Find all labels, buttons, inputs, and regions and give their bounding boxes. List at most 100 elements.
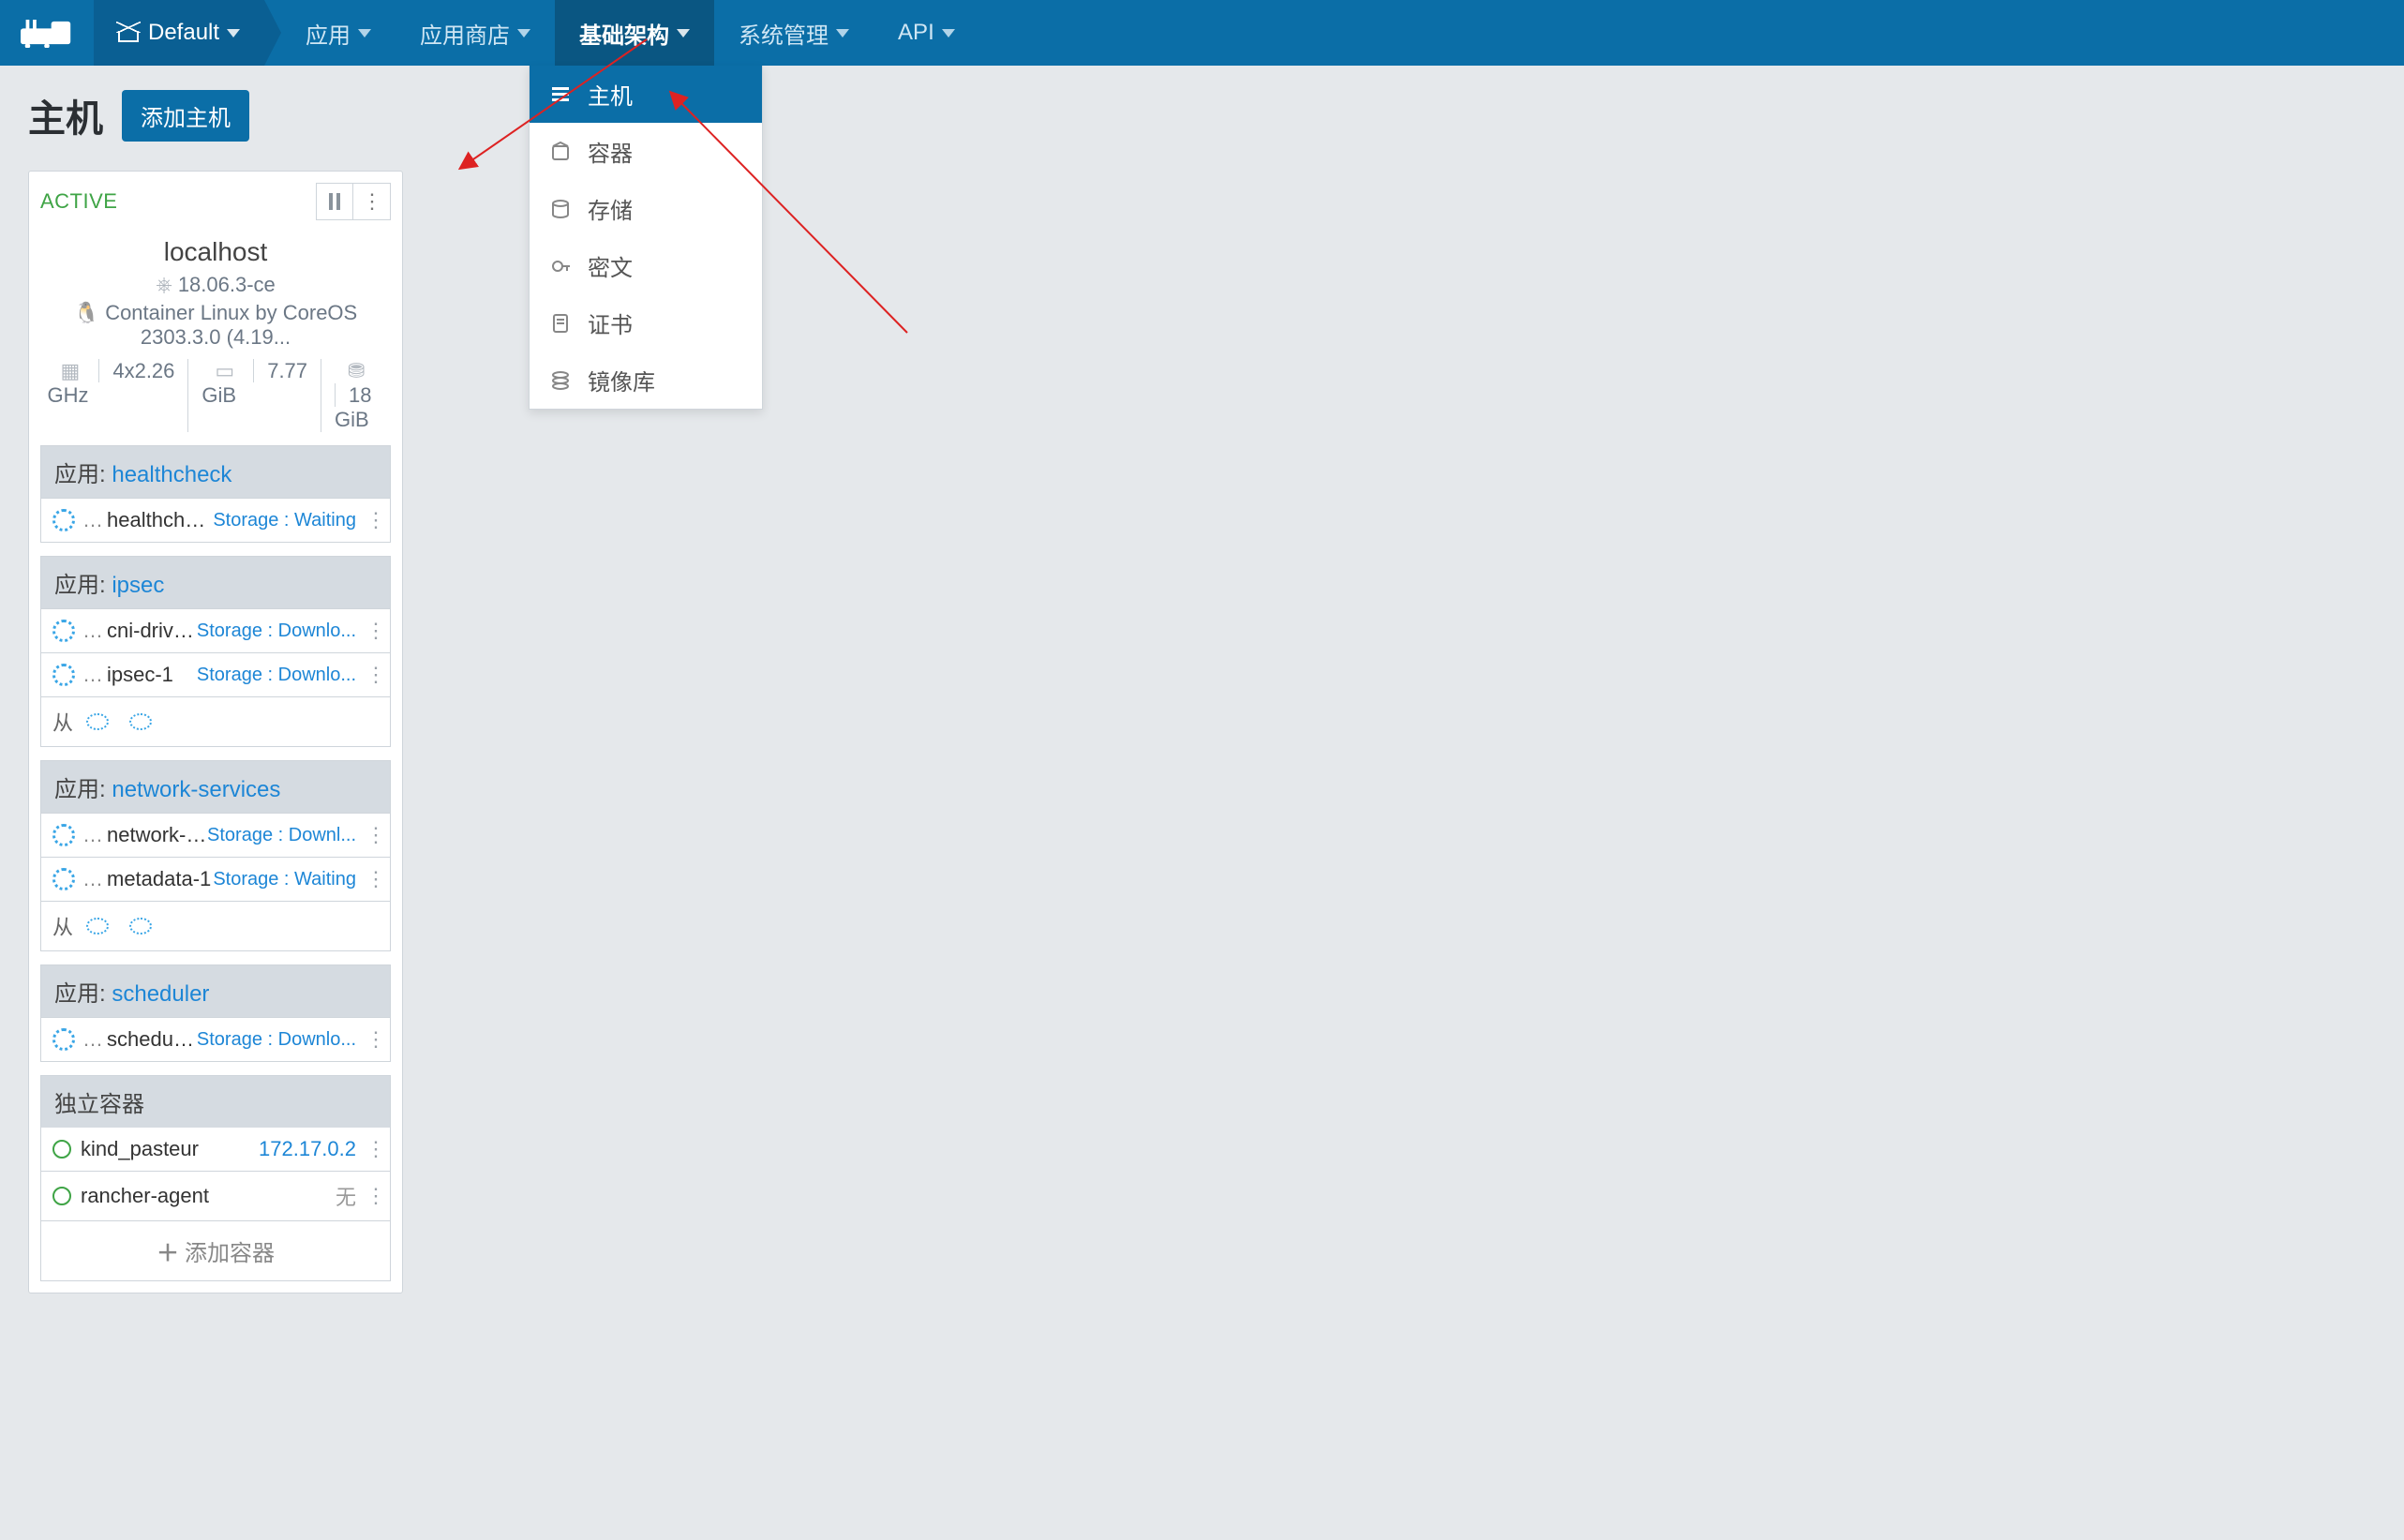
stack-header: 应用: network-services [41,761,390,813]
service-row: …cni-driver-1Storage : Downlo...⋮ [41,608,390,652]
registries-icon [548,369,573,392]
service-name[interactable]: metadata-1 [107,867,213,891]
service-row: …ipsec-1Storage : Downlo...⋮ [41,652,390,696]
environment-selector[interactable]: Default [94,0,264,66]
status-ring-icon [52,1187,71,1205]
service-menu-button[interactable]: ⋮ [366,508,384,532]
stack-scheduler: 应用: scheduler…scheduler-1Storage : Downl… [40,964,391,1062]
container-ip[interactable]: 172.17.0.2 [259,1137,356,1161]
service-status: Storage : Downlo... [197,1029,356,1051]
nav-store[interactable]: 应用商店 [396,0,555,66]
dropdown-storage[interactable]: 存储 [530,180,762,237]
container-menu-button[interactable]: ⋮ [366,1184,384,1208]
disk-stat: ⛃18 GiB [321,359,396,432]
host-os: 🐧Container Linux by CoreOS 2303.3.0 (4.1… [40,301,391,350]
service-menu-button[interactable]: ⋮ [366,663,384,687]
service-menu-button[interactable]: ⋮ [366,823,384,847]
plus-icon: ＋ [157,1241,179,1266]
add-host-button[interactable]: 添加主机 [122,90,249,142]
cpu-stat: ▦4x2.26 GHz [35,359,188,432]
chevron-down-icon [227,29,240,37]
dropdown-containers[interactable]: 容器 [530,123,762,180]
container-ip: 无 [336,1181,356,1211]
loading-spinner-icon [86,918,109,934]
disk-icon: ⛃ [335,359,378,382]
dropdown-registries[interactable]: 镜像库 [530,351,762,409]
container-row: rancher-agent无 ⋮ [41,1171,390,1220]
nav-separator [264,0,281,66]
service-name[interactable]: healthcheck-1 [107,508,213,532]
stack-ipsec: 应用: ipsec…cni-driver-1Storage : Downlo..… [40,556,391,747]
container-row: kind_pasteur172.17.0.2 ⋮ [41,1128,390,1171]
container-menu-button[interactable]: ⋮ [366,1137,384,1161]
chevron-down-icon [517,29,530,37]
stack-link[interactable]: network-services [112,777,280,802]
certs-icon [548,312,573,335]
pause-icon [328,193,341,210]
loading-spinner-icon [52,509,75,531]
loading-spinner-icon [52,620,75,642]
dropdown-secrets[interactable]: 密文 [530,237,762,294]
service-menu-button[interactable]: ⋮ [366,619,384,643]
service-row: …scheduler-1Storage : Downlo...⋮ [41,1017,390,1061]
top-navbar: Default 应用应用商店基础架构系统管理API [0,0,2404,66]
docker-icon: ⎈ [156,273,172,296]
chevron-down-icon [942,29,955,37]
stack-header: 应用: healthcheck [41,446,390,498]
home-icon [118,23,139,42]
mem-stat: ▭7.77 GiB [187,359,321,432]
cpu-icon: ▦ [48,359,94,382]
service-name[interactable]: ipsec-1 [107,663,197,687]
stack-header: 应用: ipsec [41,557,390,608]
pause-button[interactable] [316,183,353,220]
container-name[interactable]: rancher-agent [81,1184,336,1208]
storage-icon [548,198,573,220]
logo[interactable] [0,0,94,66]
host-status: ACTIVE [40,189,117,214]
host-actions: ⋮ [316,183,391,220]
memory-icon: ▭ [202,359,247,382]
loading-spinner-icon [52,664,75,686]
loading-spinner-icon [52,1028,75,1051]
status-ring-icon [52,1140,71,1159]
service-row: …healthcheck-1Storage : Waiting⋮ [41,498,390,542]
hosts-icon [548,83,573,106]
host-menu-button[interactable]: ⋮ [353,183,391,220]
stack-link[interactable]: scheduler [112,981,209,1007]
sidekick-row: 从 [41,901,390,950]
loading-spinner-icon [52,824,75,846]
host-card: ACTIVE ⋮ localhost ⎈18.06.3-ce 🐧Containe… [28,171,403,1293]
containers-icon [548,141,573,163]
service-name[interactable]: network-man... [107,823,207,847]
stack-header: 应用: scheduler [41,965,390,1017]
stack-link[interactable]: healthcheck [112,462,231,487]
secrets-icon [548,255,573,277]
host-stats: ▦4x2.26 GHz ▭7.77 GiB ⛃18 GiB [40,359,391,432]
chevron-down-icon [836,29,849,37]
container-name[interactable]: kind_pasteur [81,1137,259,1161]
nav-api[interactable]: API [874,0,979,66]
service-menu-button[interactable]: ⋮ [366,867,384,891]
add-container-button[interactable]: ＋添加容器 [41,1220,390,1280]
loading-spinner-icon [129,918,152,934]
nav-apps[interactable]: 应用 [281,0,396,66]
service-name[interactable]: cni-driver-1 [107,619,197,643]
nav-admin[interactable]: 系统管理 [714,0,874,66]
host-name[interactable]: localhost [40,237,391,267]
service-status: Storage : Waiting [213,869,356,890]
stack-network-services: 应用: network-services…network-man...Stora… [40,760,391,951]
stack-link[interactable]: ipsec [112,573,164,598]
sidekick-row: 从 [41,696,390,746]
service-name[interactable]: scheduler-1 [107,1027,197,1052]
page-header: 主机 添加主机 [0,66,2404,154]
dropdown-certs[interactable]: 证书 [530,294,762,351]
loading-spinner-icon [86,713,109,730]
nav-infra[interactable]: 基础架构 [555,0,714,66]
chevron-down-icon [677,29,690,37]
dropdown-hosts[interactable]: 主机 [530,66,762,123]
chevron-down-icon [358,29,371,37]
infra-dropdown: 主机容器存储密文证书镜像库 [529,66,763,410]
service-menu-button[interactable]: ⋮ [366,1027,384,1052]
loading-spinner-icon [129,713,152,730]
service-status: Storage : Downlo... [197,665,356,686]
